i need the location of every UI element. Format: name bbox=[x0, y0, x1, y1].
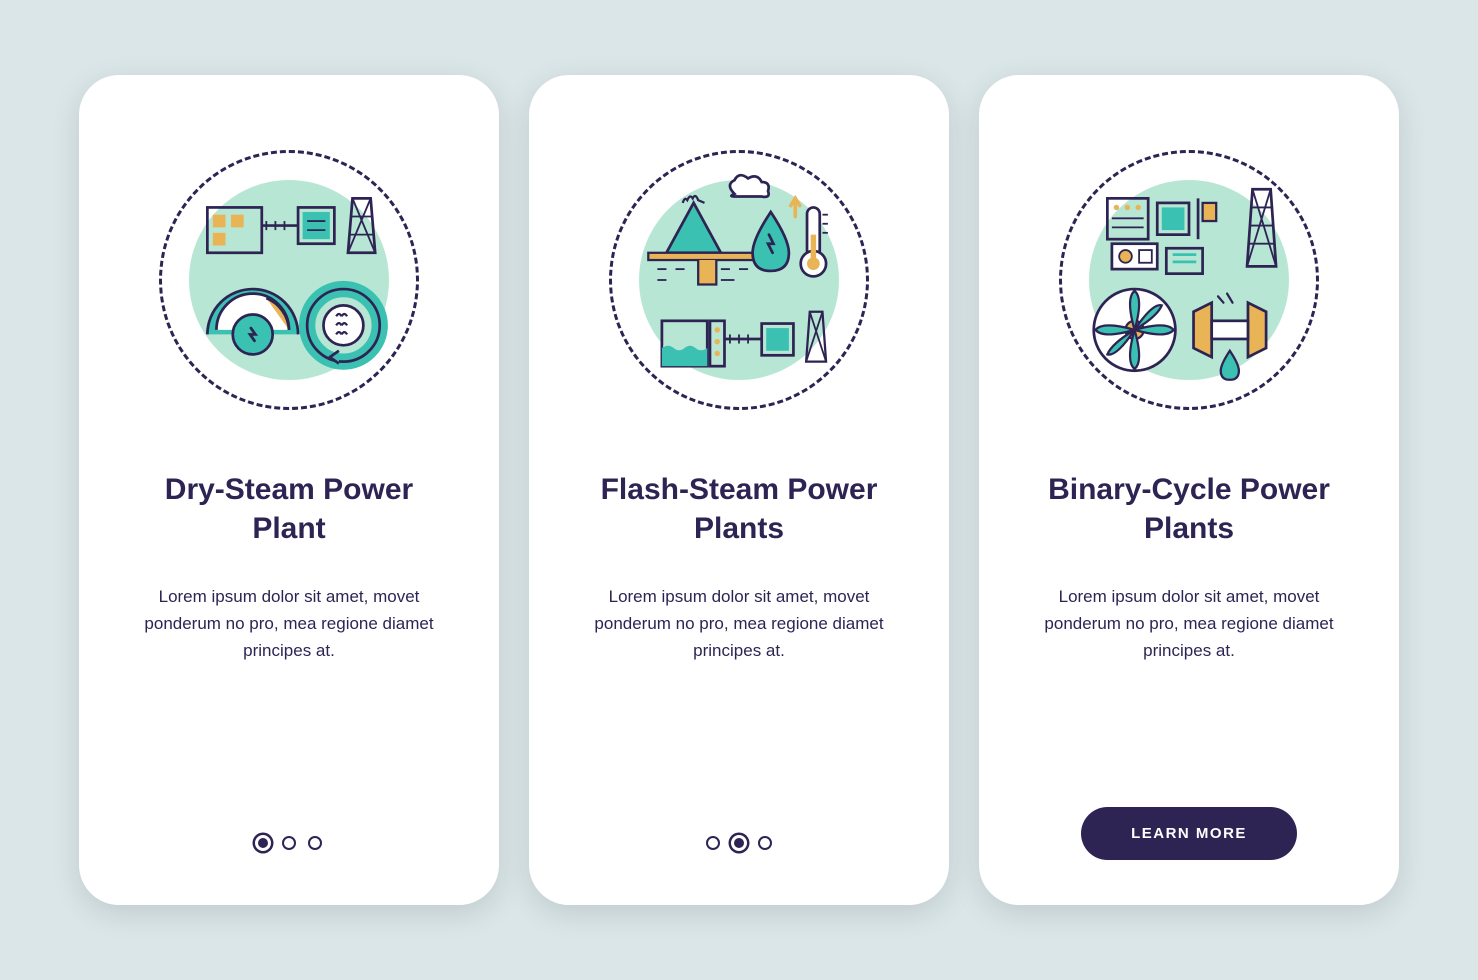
pagination-dot-3[interactable] bbox=[308, 836, 322, 850]
flash-steam-plant-icon bbox=[612, 140, 866, 420]
onboarding-cards-container: Dry-Steam Power Plant Lorem ipsum dolor … bbox=[39, 35, 1439, 945]
card-description: Lorem ipsum dolor sit amet, movet ponder… bbox=[114, 583, 464, 665]
dashed-circle-icon bbox=[609, 150, 869, 410]
card-dry-steam: Dry-Steam Power Plant Lorem ipsum dolor … bbox=[79, 75, 499, 905]
card-title: Dry-Steam Power Plant bbox=[114, 470, 464, 548]
learn-more-button[interactable]: LEARN MORE bbox=[1081, 807, 1297, 860]
illustration-flash-steam bbox=[564, 125, 914, 435]
card-binary-cycle: Binary-Cycle Power Plants Lorem ipsum do… bbox=[979, 75, 1399, 905]
dashed-circle-icon bbox=[1059, 150, 1319, 410]
illustration-binary-cycle bbox=[1014, 125, 1364, 435]
card-title: Flash-Steam Power Plants bbox=[564, 470, 914, 548]
card-description: Lorem ipsum dolor sit amet, movet ponder… bbox=[564, 583, 914, 665]
dry-steam-plant-icon bbox=[162, 140, 416, 420]
dashed-circle-icon bbox=[159, 150, 419, 410]
pagination-dots bbox=[256, 836, 322, 850]
pagination-dot-2[interactable] bbox=[734, 838, 744, 848]
card-title: Binary-Cycle Power Plants bbox=[1014, 470, 1364, 548]
pagination-dot-3[interactable] bbox=[758, 836, 772, 850]
pagination-dot-2[interactable] bbox=[282, 836, 296, 850]
pagination-dot-1[interactable] bbox=[258, 838, 268, 848]
illustration-dry-steam bbox=[114, 125, 464, 435]
binary-cycle-plant-icon bbox=[1062, 140, 1316, 420]
card-description: Lorem ipsum dolor sit amet, movet ponder… bbox=[1014, 583, 1364, 665]
pagination-dots bbox=[706, 836, 772, 850]
card-flash-steam: Flash-Steam Power Plants Lorem ipsum dol… bbox=[529, 75, 949, 905]
pagination-dot-1[interactable] bbox=[706, 836, 720, 850]
